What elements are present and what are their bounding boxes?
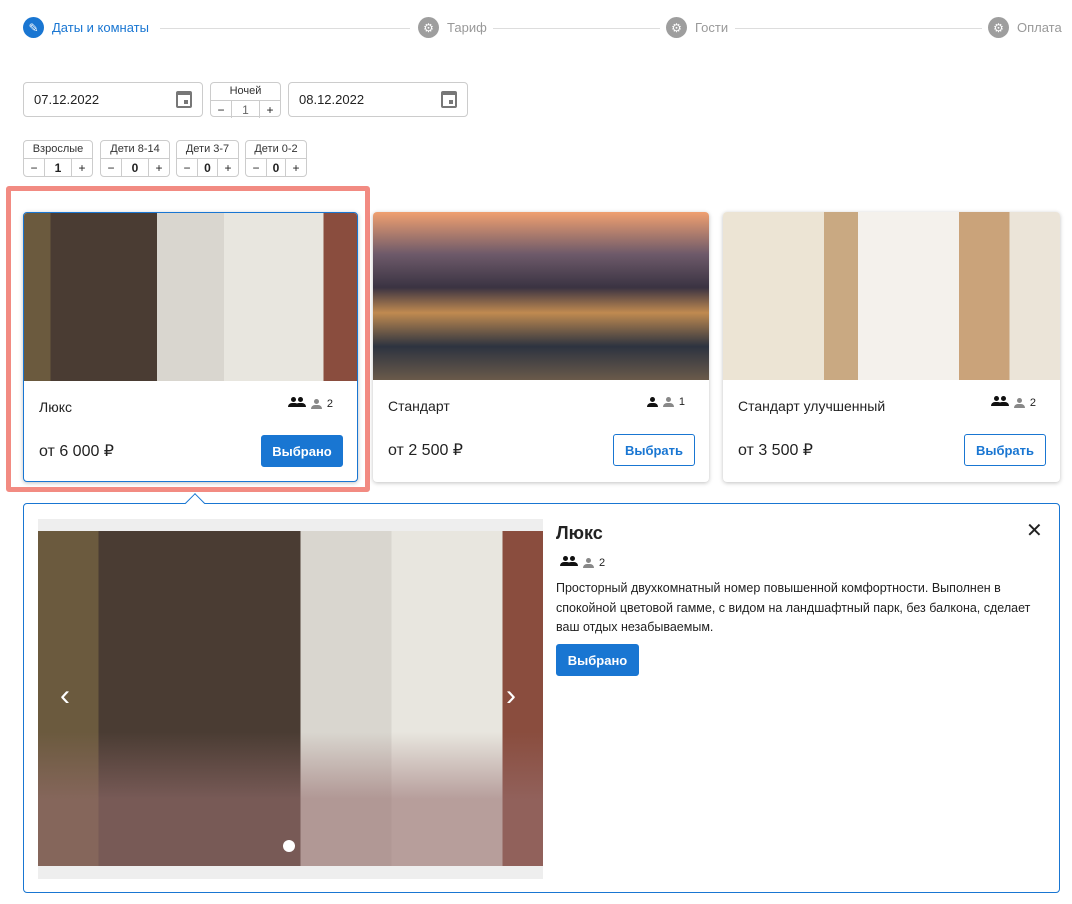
nights-value: 1 [242,102,249,117]
nights-plus-button[interactable]: + [259,101,280,118]
checkin-date-field[interactable]: 07.12.2022 [23,82,203,117]
checkout-date-field[interactable]: 08.12.2022 [288,82,468,117]
room-detail-panel: ‹ › Люкс ✕ 2 Просторный двухкомнатный но… [23,493,1060,893]
plus-button[interactable]: + [285,159,306,176]
calendar-icon[interactable] [441,91,457,108]
counter-value: 0 [272,160,280,175]
room-card-standard-improved[interactable]: Стандарт улучшенный 2 от 3 500 ₽ Выбрать [723,212,1060,482]
extra-bed-icon [310,398,322,409]
adults-icon [560,556,578,569]
panel-pointer [185,493,205,513]
occupancy: 2 [287,397,333,410]
room-name: Стандарт [388,398,450,414]
gear-icon: ⚙ [988,17,1009,38]
select-room-button[interactable]: Выбрано [261,435,343,467]
detail-description: Просторный двухкомнатный номер повышенно… [556,581,1031,634]
adults-stepper: Взрослые −1 + [23,140,93,177]
step-tariff[interactable]: ⚙ Тариф [412,17,493,38]
gear-icon: ⚙ [666,17,687,38]
select-room-button[interactable]: Выбрать [964,434,1046,466]
carousel-prev-button[interactable]: ‹ [60,679,70,713]
step-label: Даты и комнаты [52,20,149,35]
detail-title: Люкс [556,523,603,543]
extra-bed-icon [583,557,594,568]
room-price: от 6 000 ₽ [39,443,114,460]
plus-button[interactable]: + [71,159,92,176]
checkin-value: 07.12.2022 [34,92,100,107]
carousel-dot-active[interactable] [283,840,295,852]
calendar-icon[interactable] [176,91,192,108]
checkout-value: 08.12.2022 [299,92,365,107]
children-0-2-stepper: Дети 0-2 −0 + [245,140,307,177]
room-name: Люкс [39,399,72,415]
plus-button[interactable]: + [148,159,169,176]
children-3-7-stepper: Дети 3-7 −0 + [176,140,239,177]
extra-count: 2 [1029,396,1036,409]
adult-icon [646,397,658,407]
photo-carousel: ‹ › [38,519,543,879]
nights-stepper: Ночей −1 + [210,82,281,118]
carousel-photo [38,531,543,866]
step-label: Тариф [447,20,487,35]
room-photo [24,213,357,381]
counter-label: Взрослые [32,143,84,155]
detail-select-button[interactable]: Выбрано [556,644,639,676]
step-label: Оплата [1017,20,1062,35]
step-label: Гости [695,20,729,35]
room-name: Стандарт улучшенный [738,398,886,414]
select-room-button[interactable]: Выбрать [613,434,695,466]
occupancy: 1 [646,396,685,408]
children-8-14-stepper: Дети 8-14 −0 + [100,140,170,177]
step-dates[interactable]: ✎ Даты и комнаты [23,17,155,38]
room-price: от 3 500 ₽ [738,442,813,459]
pencil-icon: ✎ [23,17,44,38]
counter-label: Дети 8-14 [110,143,160,155]
room-card-standard[interactable]: Стандарт 1 от 2 500 ₽ Выбрать [373,212,709,482]
occupancy: 2 [990,396,1036,409]
adults-icon [287,397,306,410]
close-button[interactable]: ✕ [1026,518,1043,543]
adults-icon [990,396,1009,409]
room-card-lux[interactable]: Люкс 2 от 6 000 ₽ Выбрано [23,212,358,482]
step-guests[interactable]: ⚙ Гости [660,17,735,38]
extra-count: 2 [326,397,333,410]
minus-button[interactable]: − [246,159,267,176]
carousel-next-button[interactable]: › [506,679,516,713]
room-price: от 2 500 ₽ [388,442,463,459]
room-photo [723,212,1060,380]
minus-button[interactable]: − [177,159,198,176]
gear-icon: ⚙ [418,17,439,38]
counter-label: Дети 3-7 [185,143,230,155]
extra-bed-icon [1013,397,1025,408]
step-payment[interactable]: ⚙ Оплата [982,17,1068,38]
occupancy: 2 [560,556,605,569]
nights-label: Ночей [229,85,262,97]
extra-count: 1 [678,396,685,408]
minus-button[interactable]: − [101,159,122,176]
nights-minus-button[interactable]: − [211,101,232,118]
counter-value: 0 [131,160,139,175]
extra-bed-icon [662,397,674,407]
counter-value: 0 [204,160,211,175]
counter-label: Дети 0-2 [254,143,298,155]
minus-button[interactable]: − [24,159,45,176]
counter-value: 1 [54,160,62,175]
plus-button[interactable]: + [217,159,238,176]
room-photo [373,212,709,380]
extra-count: 2 [599,556,606,569]
